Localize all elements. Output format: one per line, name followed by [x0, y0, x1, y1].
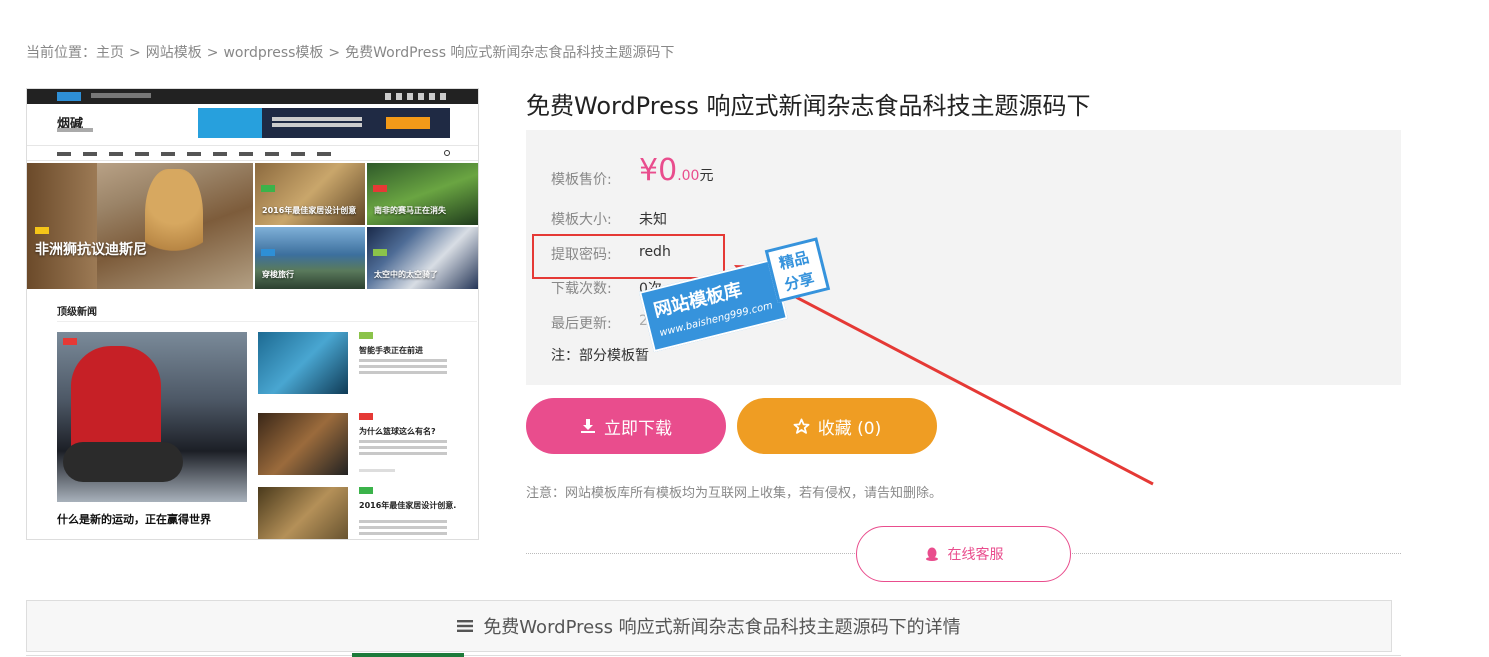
preview-social-icons — [385, 93, 450, 100]
preview-hero: 非洲狮抗议迪斯尼 — [27, 163, 253, 289]
breadcrumb-current: 免费WordPress 响应式新闻杂志食品科技主题源码下 — [345, 45, 675, 61]
page-title: 免费WordPress 响应式新闻杂志食品科技主题源码下 — [526, 92, 1091, 120]
preview-tile: 穿梭旅行 — [255, 227, 365, 289]
downloads-label: 下载次数: — [551, 281, 612, 297]
preview-side-title: 为什么篮球这么有名? — [359, 427, 436, 436]
download-button[interactable]: 立即下载 — [526, 398, 726, 454]
favorite-button[interactable]: 收藏 (0) — [737, 398, 937, 454]
preview-tile-tag — [261, 249, 275, 256]
preview-tile-title: 南非的赛马正在消失 — [374, 206, 446, 215]
preview-tile: 2016年最佳家居设计创意 — [255, 163, 365, 225]
preview-side-image — [258, 487, 348, 539]
preview-side-tag — [359, 487, 373, 494]
preview-search-icon — [444, 150, 450, 156]
breadcrumb: 当前位置：主页 > 网站模板 > wordpress模板 > 免费WordPress 响应式… — [26, 42, 674, 62]
preview-side-tag — [359, 413, 373, 420]
size-value: 未知 — [639, 212, 667, 228]
preview-topbar-text — [91, 93, 151, 98]
preview-side-excerpt — [359, 359, 447, 362]
preview-nav — [27, 145, 478, 161]
breadcrumb-link-home[interactable]: 主页 — [96, 45, 124, 61]
detail-tab-underline — [26, 655, 1401, 656]
detail-title: 免费WordPress 响应式新闻杂志食品科技主题源码下的详情 — [483, 617, 961, 638]
detail-tab-active-indicator — [352, 653, 464, 657]
preview-side-title: 智能手表正在前进 — [359, 346, 423, 355]
preview-tile-title: 穿梭旅行 — [262, 270, 294, 279]
detail-header: 免费WordPress 响应式新闻杂志食品科技主题源码下的详情 — [26, 600, 1392, 652]
preview-section-title: 顶级新闻 — [57, 307, 97, 318]
preview-hero-title: 非洲狮抗议迪斯尼 — [35, 242, 147, 258]
preview-topbar-badge — [57, 92, 81, 101]
preview-ad-left — [198, 108, 262, 138]
preview-hero-tree — [27, 163, 97, 289]
preview-ad-button — [386, 117, 430, 129]
preview-feature-tag — [63, 338, 77, 345]
qq-icon — [925, 547, 938, 561]
breadcrumb-link-wordpress[interactable]: wordpress模板 — [223, 45, 323, 61]
template-preview-image[interactable]: 烟碱 非洲狮抗议迪斯尼 2016年最佳家居设计创意 南非的赛马正在消失 穿梭旅行… — [26, 88, 479, 540]
preview-side-excerpt — [359, 520, 447, 523]
menu-icon — [457, 620, 474, 632]
price-value: ¥0.00元 — [639, 153, 713, 188]
preview-tile: 南非的赛马正在消失 — [367, 163, 478, 225]
size-label: 模板大小: — [551, 212, 612, 228]
preview-hero-lion — [145, 169, 203, 281]
preview-tile-tag — [373, 249, 387, 256]
breadcrumb-separator: > — [328, 45, 341, 61]
star-icon — [793, 418, 810, 434]
preview-side-image — [258, 413, 348, 475]
preview-tile: 太空中的太空骑了 — [367, 227, 478, 289]
breadcrumb-separator: > — [129, 45, 141, 61]
preview-side-image — [258, 332, 348, 394]
preview-tile-tag — [373, 185, 387, 192]
preview-ad-text — [272, 117, 362, 121]
breadcrumb-link-templates[interactable]: 网站模板 — [146, 45, 202, 61]
preview-hero-tag — [35, 227, 49, 234]
preview-side-excerpt — [359, 440, 447, 443]
breadcrumb-prefix: 当前位置： — [26, 45, 96, 61]
preview-ad-banner — [198, 108, 450, 138]
price-integer: 0 — [658, 153, 678, 188]
preview-nav-items — [57, 152, 337, 156]
watermark-badge: 精品 分享 — [764, 237, 831, 303]
preview-side-title: 2016年最佳家居设计创意. — [359, 501, 457, 510]
preview-tile-title: 2016年最佳家居设计创意 — [262, 206, 357, 215]
online-service-button[interactable]: 在线客服 — [856, 526, 1071, 582]
download-icon — [581, 419, 595, 433]
online-service-label: 在线客服 — [947, 547, 1004, 563]
preview-feature-sled — [63, 442, 183, 482]
copyright-notice: 注意：网站模板库所有模板均为互联网上收集，若有侵权，请告知删除。 — [526, 486, 943, 501]
price-unit: 元 — [699, 168, 714, 184]
preview-tile-title: 太空中的太空骑了 — [374, 270, 438, 279]
preview-topbar — [27, 89, 478, 104]
breadcrumb-separator: > — [206, 45, 219, 61]
preview-logo-subtitle — [57, 128, 93, 132]
preview-tile-tag — [261, 185, 275, 192]
price-decimal: .00 — [677, 168, 700, 184]
preview-feature-title: 什么是新的运动，正在赢得世界 — [57, 513, 211, 526]
price-label: 模板售价: — [551, 172, 612, 188]
template-note: 注：部分模板暂 — [551, 348, 649, 364]
updated-label: 最后更新: — [551, 316, 612, 332]
preview-section-divider — [57, 321, 477, 322]
price-symbol: ¥ — [639, 153, 659, 188]
download-button-label: 立即下载 — [604, 418, 672, 439]
preview-side-tag — [359, 332, 373, 339]
preview-feature-image — [57, 332, 247, 502]
favorite-button-label: 收藏 (0) — [817, 418, 882, 439]
preview-side-date — [359, 469, 395, 472]
